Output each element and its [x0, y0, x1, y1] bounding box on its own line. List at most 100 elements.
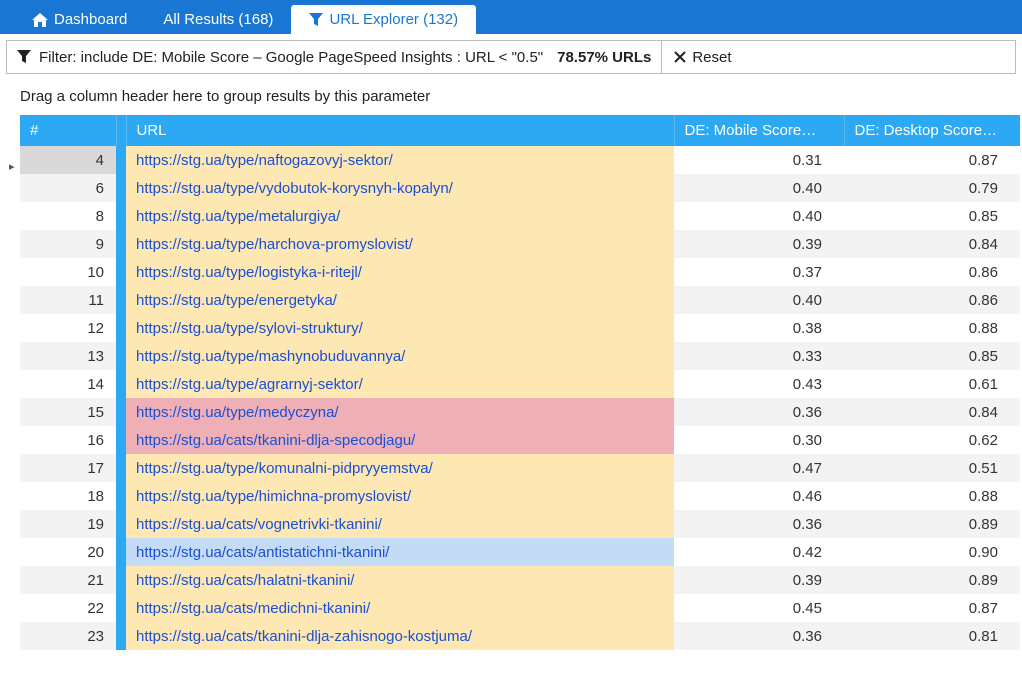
table-row[interactable]: 17https://stg.ua/type/komunalni-pidpryye… — [20, 454, 1020, 482]
cell-gutter — [116, 286, 126, 314]
url-link[interactable]: https://stg.ua/cats/tkanini-dlja-specodj… — [136, 432, 415, 449]
cell-desktop-score: 0.88 — [844, 482, 1020, 510]
url-link[interactable]: https://stg.ua/type/komunalni-pidpryyems… — [136, 460, 433, 477]
group-drop-hint[interactable]: Drag a column header here to group resul… — [0, 84, 1022, 115]
cell-desktop-score: 0.87 — [844, 146, 1020, 174]
cell-desktop-score: 0.84 — [844, 398, 1020, 426]
cell-gutter — [116, 258, 126, 286]
cell-index: 10 — [20, 258, 116, 286]
table-row[interactable]: 12 https://stg.ua/type/sylovi-struktury/0… — [20, 314, 1020, 342]
cell-index: 14 — [20, 370, 116, 398]
cell-url: https://stg.ua/type/sylovi-struktury/ — [126, 314, 674, 342]
cell-mobile-score: 0.40 — [674, 174, 844, 202]
row-marker-icon: ▸ — [9, 160, 15, 173]
cell-url: https://stg.ua/cats/medichni-tkanini/ — [126, 594, 674, 622]
table-row[interactable]: 23https://stg.ua/cats/tkanini-dlja-zahis… — [20, 622, 1020, 650]
cell-gutter — [116, 566, 126, 594]
col-desktop[interactable]: DE: Desktop Score… — [844, 115, 1020, 146]
cell-desktop-score: 0.84 — [844, 230, 1020, 258]
table-header-row: # URL DE: Mobile Score… DE: Desktop Scor… — [20, 115, 1020, 146]
url-link[interactable]: https://stg.ua/type/harchova-promyslovis… — [136, 236, 413, 253]
col-index[interactable]: # — [20, 115, 116, 146]
tab-dashboard[interactable]: Dashboard — [14, 5, 145, 34]
url-link[interactable]: https://stg.ua/cats/halatni-tkanini/ — [136, 572, 354, 589]
col-url[interactable]: URL — [126, 115, 674, 146]
url-link[interactable]: https://stg.ua/cats/medichni-tkanini/ — [136, 600, 370, 617]
cell-desktop-score: 0.86 — [844, 286, 1020, 314]
cell-mobile-score: 0.36 — [674, 398, 844, 426]
cell-url: https://stg.ua/type/mashynobuduvannya/ — [126, 342, 674, 370]
cell-desktop-score: 0.62 — [844, 426, 1020, 454]
reset-label: Reset — [692, 49, 731, 66]
cell-mobile-score: 0.36 — [674, 622, 844, 650]
col-gutter — [116, 115, 126, 146]
table-row[interactable]: 21https://stg.ua/cats/halatni-tkanini/0.… — [20, 566, 1020, 594]
table-row[interactable]: 8https://stg.ua/type/metalurgiya/0.400.8… — [20, 202, 1020, 230]
cell-desktop-score: 0.85 — [844, 202, 1020, 230]
url-link[interactable]: https://stg.ua/cats/tkanini-dlja-zahisno… — [136, 628, 472, 645]
table-row[interactable]: 9https://stg.ua/type/harchova-promyslovi… — [20, 230, 1020, 258]
url-link[interactable]: https://stg.ua/type/energetyka/ — [136, 292, 337, 309]
cell-url: https://stg.ua/type/metalurgiya/ — [126, 202, 674, 230]
cell-mobile-score: 0.39 — [674, 566, 844, 594]
cell-gutter — [116, 174, 126, 202]
close-icon — [674, 51, 686, 63]
table-row[interactable]: 19https://stg.ua/cats/vognetrivki-tkanin… — [20, 510, 1020, 538]
cell-gutter — [116, 426, 126, 454]
cell-mobile-score: 0.38 — [674, 314, 844, 342]
cell-url: https://stg.ua/type/energetyka/ — [126, 286, 674, 314]
cell-desktop-score: 0.85 — [844, 342, 1020, 370]
cell-desktop-score: 0.61 — [844, 370, 1020, 398]
table-row[interactable]: 22https://stg.ua/cats/medichni-tkanini/0… — [20, 594, 1020, 622]
cell-gutter — [116, 230, 126, 258]
table-row[interactable]: 11https://stg.ua/type/energetyka/0.400.8… — [20, 286, 1020, 314]
cell-mobile-score: 0.37 — [674, 258, 844, 286]
table-row[interactable]: 13https://stg.ua/type/mashynobuduvannya/… — [20, 342, 1020, 370]
url-link[interactable]: https://stg.ua/type/sylovi-struktury/ — [136, 320, 363, 337]
cell-gutter — [116, 314, 126, 342]
tab-strip: Dashboard All Results (168) URL Explorer… — [0, 0, 1022, 34]
url-link[interactable]: https://stg.ua/type/vydobutok-korysnyh-k… — [136, 180, 453, 197]
url-link[interactable]: https://stg.ua/cats/antistatichni-tkanin… — [136, 544, 389, 561]
cell-index: 4 — [20, 146, 116, 174]
cell-mobile-score: 0.42 — [674, 538, 844, 566]
cell-desktop-score: 0.90 — [844, 538, 1020, 566]
url-link[interactable]: https://stg.ua/type/medyczyna/ — [136, 404, 339, 421]
cell-index: 6 — [20, 174, 116, 202]
cell-url: https://stg.ua/cats/tkanini-dlja-zahisno… — [126, 622, 674, 650]
cell-gutter — [116, 482, 126, 510]
table-row[interactable]: 4 https://stg.ua/type/naftogazovyj-sektor… — [20, 146, 1020, 174]
tab-all-results[interactable]: All Results (168) — [145, 5, 291, 34]
cell-gutter — [116, 146, 126, 174]
table-row[interactable]: 6 https://stg.ua/type/vydobutok-korysnyh-… — [20, 174, 1020, 202]
table-row[interactable]: 16https://stg.ua/cats/tkanini-dlja-speco… — [20, 426, 1020, 454]
url-link[interactable]: https://stg.ua/type/mashynobuduvannya/ — [136, 348, 405, 365]
cell-url: https://stg.ua/type/harchova-promyslovis… — [126, 230, 674, 258]
url-link[interactable]: https://stg.ua/type/metalurgiya/ — [136, 208, 340, 225]
table-row[interactable]: 15https://stg.ua/type/medyczyna/0.360.84 — [20, 398, 1020, 426]
cell-desktop-score: 0.81 — [844, 622, 1020, 650]
cell-index: 12 — [20, 314, 116, 342]
cell-gutter — [116, 510, 126, 538]
reset-button[interactable]: Reset — [661, 41, 743, 73]
cell-url: https://stg.ua/type/medyczyna/ — [126, 398, 674, 426]
cell-gutter — [116, 370, 126, 398]
cell-mobile-score: 0.40 — [674, 286, 844, 314]
table-row[interactable]: 18https://stg.ua/type/himichna-promyslov… — [20, 482, 1020, 510]
cell-url: https://stg.ua/cats/vognetrivki-tkanini/ — [126, 510, 674, 538]
url-link[interactable]: https://stg.ua/type/agrarnyj-sektor/ — [136, 376, 363, 393]
tab-url-explorer[interactable]: URL Explorer (132) — [291, 5, 476, 34]
col-mobile[interactable]: DE: Mobile Score… — [674, 115, 844, 146]
url-link[interactable]: https://stg.ua/type/naftogazovyj-sektor/ — [136, 152, 393, 169]
table-row[interactable]: 20https://stg.ua/cats/antistatichni-tkan… — [20, 538, 1020, 566]
url-link[interactable]: https://stg.ua/cats/vognetrivki-tkanini/ — [136, 516, 382, 533]
table-row[interactable]: 10 https://stg.ua/type/logistyka-i-ritejl… — [20, 258, 1020, 286]
cell-desktop-score: 0.51 — [844, 454, 1020, 482]
table-row[interactable]: 14 https://stg.ua/type/agrarnyj-sektor/0.… — [20, 370, 1020, 398]
url-link[interactable]: https://stg.ua/type/himichna-promyslovis… — [136, 488, 411, 505]
cell-desktop-score: 0.79 — [844, 174, 1020, 202]
cell-desktop-score: 0.87 — [844, 594, 1020, 622]
cell-gutter — [116, 622, 126, 650]
url-link[interactable]: https://stg.ua/type/logistyka-i-ritejl/ — [136, 264, 362, 281]
filter-icon — [309, 13, 323, 27]
